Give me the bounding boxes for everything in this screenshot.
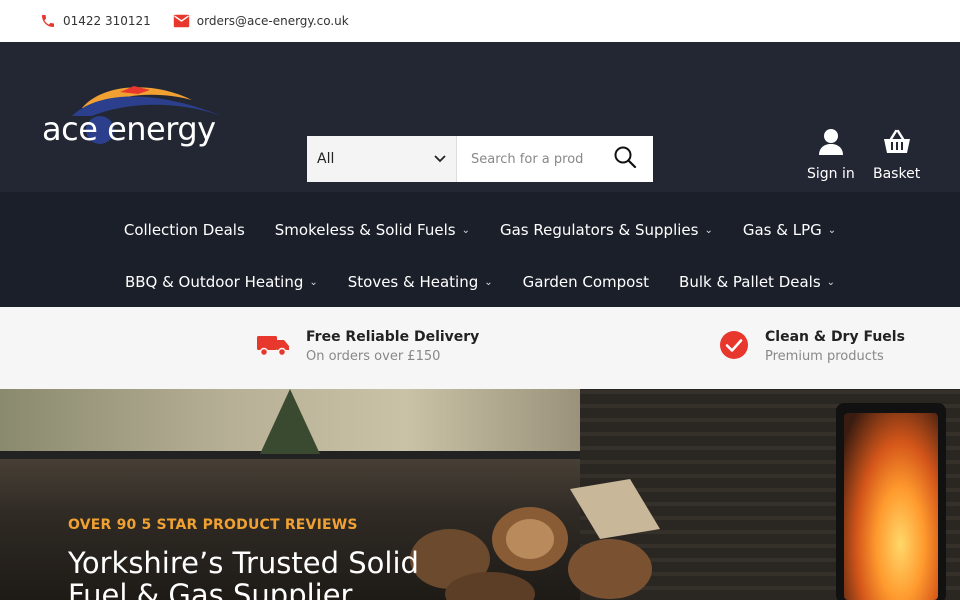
nav-item-bbq-outdoor[interactable]: BBQ & Outdoor Heating ⌄ — [125, 273, 318, 291]
user-icon — [818, 128, 844, 160]
nav-label: Smokeless & Solid Fuels — [274, 221, 456, 239]
nav-item-collection-deals[interactable]: Collection Deals — [124, 221, 245, 239]
chevron-down-icon: ⌄ — [309, 276, 318, 288]
sign-in-link[interactable]: Sign in — [807, 128, 855, 182]
phone-number: 01422 310121 — [63, 14, 151, 28]
nav-item-garden-compost[interactable]: Garden Compost — [523, 273, 649, 291]
search-button[interactable] — [597, 136, 653, 182]
nav-item-bulk-pallet[interactable]: Bulk & Pallet Deals ⌄ — [679, 273, 835, 291]
basket-link[interactable]: Basket — [873, 128, 920, 182]
check-circle-icon — [719, 330, 749, 364]
email-address: orders@ace-energy.co.uk — [196, 14, 349, 28]
phone-icon — [40, 13, 56, 29]
benefit-delivery: Free Reliable Delivery On orders over £1… — [256, 329, 479, 364]
mail-icon — [173, 14, 190, 28]
logo-wordmark: ace energy — [42, 110, 216, 148]
phone-link[interactable]: 01422 310121 — [40, 13, 151, 29]
nav-row-1: Collection Deals Smokeless & Solid Fuels… — [0, 204, 960, 256]
hero-title: Yorkshire’s Trusted Solid Fuel & Gas Sup… — [68, 546, 419, 600]
hero-eyebrow: OVER 90 5 STAR PRODUCT REVIEWS — [68, 517, 358, 533]
brand-logo[interactable]: ace energy — [42, 82, 232, 154]
benefit-subtitle: On orders over £150 — [306, 349, 441, 364]
chevron-down-icon: ⌄ — [827, 224, 837, 236]
hero-tree-image — [260, 389, 320, 454]
nav-row-2: BBQ & Outdoor Heating ⌄ Stoves & Heating ⌄… — [0, 256, 960, 308]
chevron-down-icon: ⌄ — [484, 276, 493, 288]
search-icon — [613, 145, 637, 173]
chevron-down-icon: ⌄ — [461, 224, 470, 236]
top-bar: 01422 310121 orders@ace-energy.co.uk — [0, 0, 960, 42]
chevron-down-icon: ⌄ — [704, 224, 713, 236]
chevron-down-icon: ⌄ — [826, 276, 836, 288]
category-selected: All — [317, 151, 335, 167]
nav-label: Stoves & Heating — [347, 273, 479, 291]
nav-label: Gas & LPG — [742, 221, 822, 239]
nav-item-smokeless-solid-fuels[interactable]: Smokeless & Solid Fuels ⌄ — [275, 221, 470, 239]
nav-item-stoves-heating[interactable]: Stoves & Heating ⌄ — [348, 273, 493, 291]
nav-label: Collection Deals — [123, 221, 245, 239]
hero-fire-image — [844, 413, 938, 600]
sign-in-label: Sign in — [807, 166, 855, 182]
site-header: ace energy All Sign in Basket — [0, 42, 960, 192]
chevron-down-icon — [434, 151, 446, 167]
email-link[interactable]: orders@ace-energy.co.uk — [173, 14, 349, 28]
nav-label: BBQ & Outdoor Heating — [124, 273, 304, 291]
truck-icon — [256, 333, 290, 361]
category-select[interactable]: All — [307, 136, 457, 182]
benefit-clean-fuels: Clean & Dry Fuels Premium products — [719, 329, 905, 364]
benefit-subtitle: Premium products — [765, 349, 884, 364]
nav-item-gas-lpg[interactable]: Gas & LPG ⌄ — [743, 221, 836, 239]
hero-banner: OVER 90 5 STAR PRODUCT REVIEWS Yorkshire… — [0, 389, 960, 600]
search-bar: All — [307, 136, 653, 182]
benefit-title: Clean & Dry Fuels — [765, 329, 905, 345]
hero-text: OVER 90 5 STAR PRODUCT REVIEWS Yorkshire… — [68, 517, 448, 600]
benefits-bar: Free Reliable Delivery On orders over £1… — [0, 307, 960, 389]
nav-label: Bulk & Pallet Deals — [679, 273, 821, 291]
nav-item-gas-regulators[interactable]: Gas Regulators & Supplies ⌄ — [500, 221, 713, 239]
nav-label: Gas Regulators & Supplies — [499, 221, 699, 239]
benefit-title: Free Reliable Delivery — [306, 329, 480, 345]
basket-icon — [882, 128, 912, 160]
nav-label: Garden Compost — [522, 273, 650, 291]
basket-label: Basket — [873, 166, 921, 182]
main-nav: Collection Deals Smokeless & Solid Fuels… — [0, 192, 960, 307]
search-input[interactable] — [457, 136, 597, 182]
